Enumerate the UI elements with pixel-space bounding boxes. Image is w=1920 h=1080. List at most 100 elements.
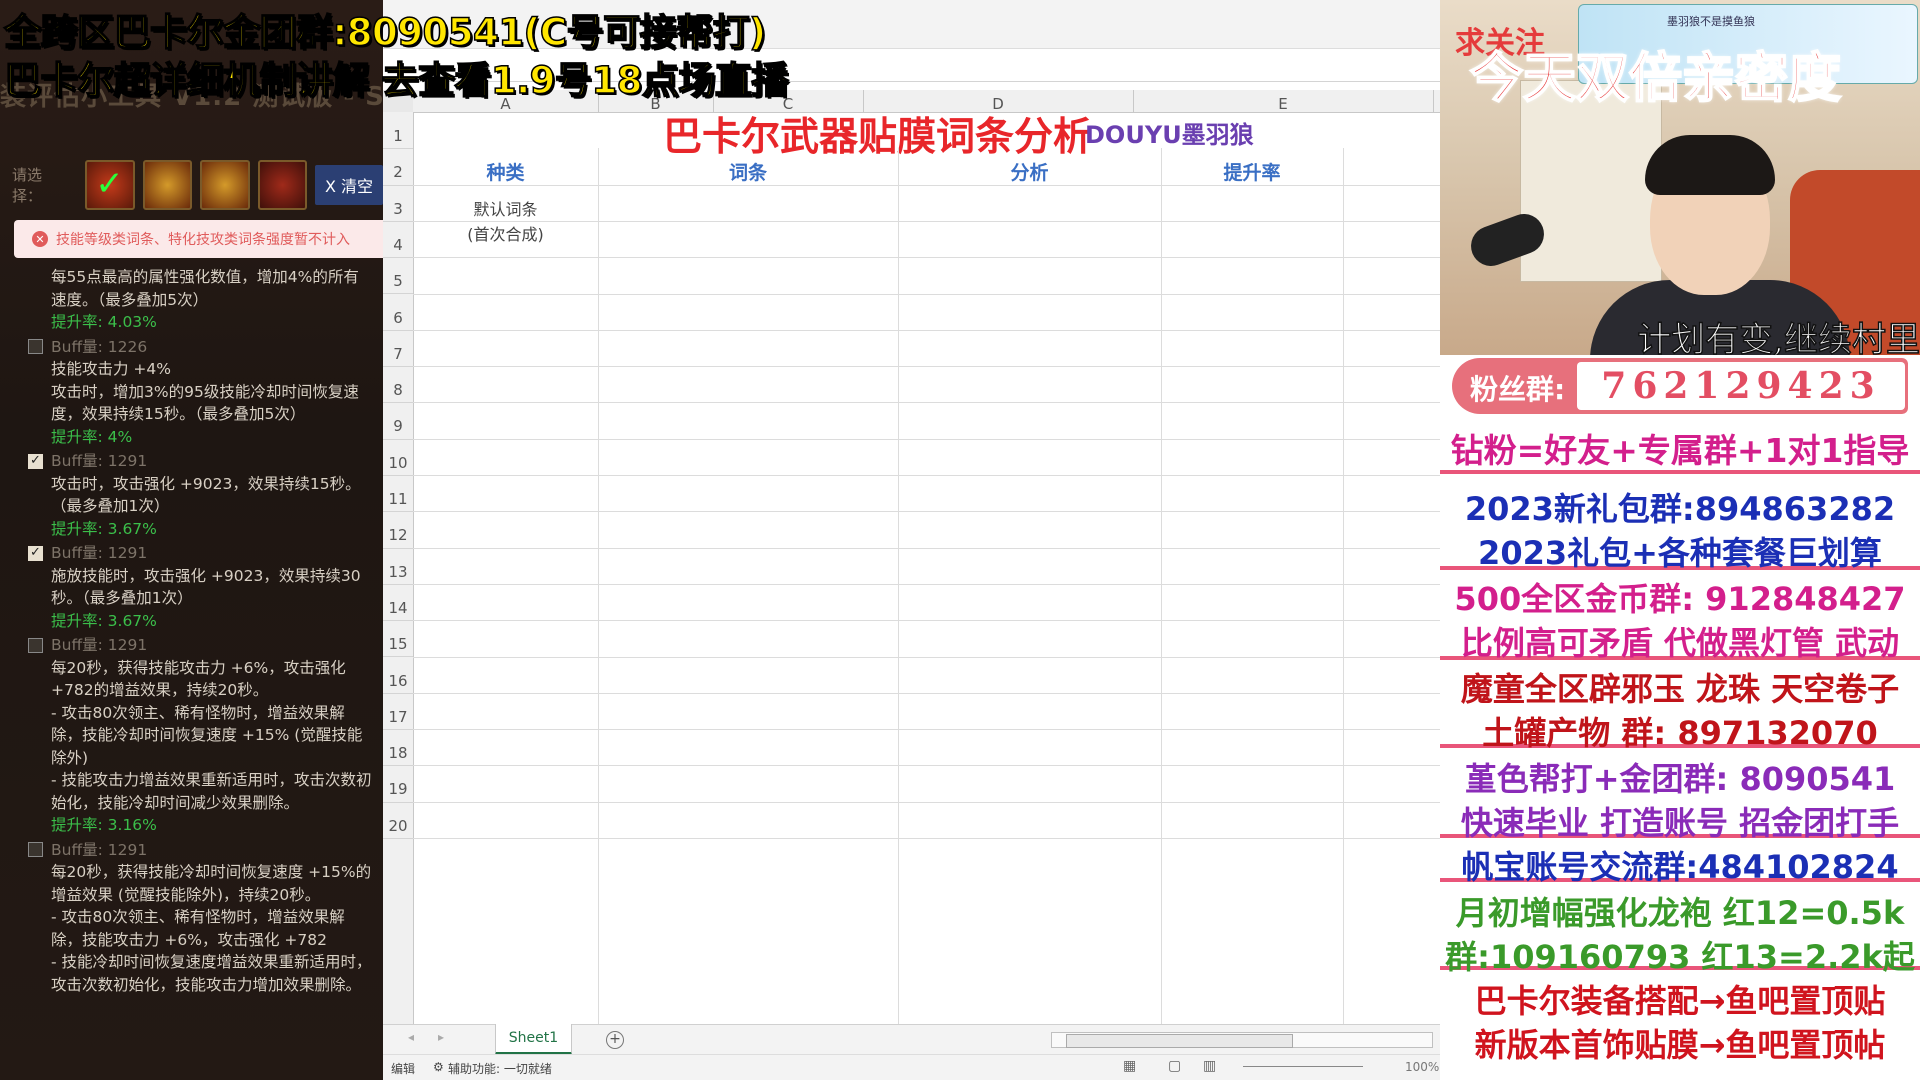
overlay-headline-1: 全跨区巴卡尔金团群:8090541(C号可接帮打) — [3, 10, 766, 55]
row-header[interactable]: 5 — [383, 257, 413, 295]
weapon-slot-selected[interactable]: ✓ — [85, 160, 135, 210]
effect-description: 技能攻击力 +4% — [51, 360, 172, 378]
normal-view-icon[interactable]: ▦ — [1123, 1058, 1136, 1074]
row-header[interactable]: 1 — [383, 112, 413, 150]
effect-header[interactable]: Buff量: 1291 — [28, 839, 373, 862]
effect-rate: 提升率: 3.16% — [51, 816, 157, 834]
row-header[interactable]: 11 — [383, 475, 413, 513]
effect-checkbox[interactable] — [28, 450, 43, 472]
add-sheet-icon[interactable]: + — [606, 1031, 624, 1049]
effect-checkbox[interactable] — [28, 542, 43, 564]
streamer-hair — [1645, 135, 1775, 195]
cell-a3: 默认词条 — [473, 199, 538, 219]
gridline — [413, 329, 1440, 331]
promo-line: 帆宝账号交流群:484102824 — [1461, 848, 1899, 886]
effect-description: - 攻击80次领主、稀有怪物时，增益效果解除，技能冷却时间恢复速度 +15% (… — [51, 703, 363, 767]
row-header[interactable]: 7 — [383, 330, 413, 368]
effect-checkbox[interactable] — [28, 637, 43, 653]
prev-sheet-icon[interactable]: ◂ — [408, 1030, 414, 1044]
error-icon: ✕ — [32, 231, 48, 247]
promo-line: 魔童全区辟邪玉 龙珠 天空卷子 — [1460, 670, 1900, 708]
row-header[interactable]: 8 — [383, 366, 413, 404]
cell-a3-note: (首次合成) — [467, 224, 544, 244]
effect-description: 每20秒，获得技能攻击力 +6%，攻击强化 +782的增益效果，持续20秒。 — [51, 658, 346, 700]
accessibility-icon[interactable]: ⚙ — [433, 1060, 444, 1074]
effect-rate: 提升率: 3.67% — [51, 611, 157, 630]
effect-description: 攻击时，增加3%的95级技能冷却时间恢复速度，效果持续15秒。（最多叠加5次） — [51, 382, 359, 424]
gridline — [413, 402, 1440, 404]
gridline — [413, 838, 1440, 839]
effect-description: - 攻击80次领主、稀有怪物时，增益效果解除，技能攻击力 +6%，攻击强化 +7… — [51, 908, 345, 949]
effect-item: 每55点最高的属性强化数值，增加4%的所有速度。（最多叠加5次） 提升率: 4.0… — [28, 266, 373, 334]
next-sheet-icon[interactable]: ▸ — [438, 1030, 444, 1044]
row-header[interactable]: 15 — [383, 620, 413, 658]
weapon-slot[interactable] — [257, 160, 307, 210]
effect-header[interactable]: Buff量: 1226 — [28, 336, 373, 359]
gridline — [413, 656, 1440, 658]
effect-header[interactable]: Buff量: 1291 — [28, 542, 373, 565]
row-header[interactable]: 10 — [383, 439, 413, 476]
clear-button[interactable]: X 清空 — [314, 165, 383, 205]
row-header[interactable]: 19 — [383, 765, 413, 803]
row-header[interactable]: 9 — [383, 402, 413, 440]
zoom-slider[interactable] — [1243, 1066, 1363, 1067]
double-intimacy-text: 今天双倍亲密度 — [1469, 47, 1842, 110]
effect-header[interactable]: Buff量: 1291 — [28, 450, 373, 473]
page-break-icon[interactable]: ▥ — [1203, 1058, 1216, 1074]
row-header[interactable]: 4 — [383, 221, 413, 259]
gridline — [413, 765, 1440, 767]
effect-item: Buff量: 1291 每20秒，获得技能攻击力 +6%，攻击强化 +782的增益… — [28, 634, 373, 837]
weapon-slot[interactable] — [142, 160, 193, 210]
effect-checkbox[interactable] — [28, 339, 43, 355]
cell-grid[interactable]: 巴卡尔武器贴膜词条分析 DOUYU墨羽狼 种类 词条 分析 提升率 默认词条 (… — [413, 112, 1440, 1025]
effect-description: - 技能攻击力增益效果重新适用时，攻击次数初始化，技能冷却时间减少效果删除。 — [51, 771, 372, 812]
row-header[interactable]: 16 — [383, 657, 413, 694]
row-header[interactable]: 2 — [383, 148, 413, 186]
effect-checkbox[interactable] — [28, 842, 43, 858]
row-header[interactable]: 3 — [383, 185, 413, 222]
webcam-caption: 计划有变,继续村里 — [1636, 319, 1920, 355]
row-headers: 1 2 3 4 5 6 7 8 9 10 11 12 13 14 15 16 17 18 19 20 — [383, 112, 414, 1025]
gridline — [413, 801, 1440, 803]
check-icon: ✓ — [95, 164, 124, 204]
fan-group-number: 762129423 — [1577, 362, 1905, 410]
gridline — [413, 184, 1440, 186]
spreadsheet-window: ABCDE 1 2 3 4 5 6 7 8 9 10 11 12 13 14 15 16 17 18 19 20 巴卡… — [383, 0, 1440, 1080]
status-accessibility[interactable]: 辅助功能: 一切就绪 — [448, 1060, 552, 1077]
gridline — [413, 220, 1440, 222]
row-header[interactable]: 18 — [383, 729, 413, 767]
column-header-e[interactable]: E — [1133, 90, 1434, 113]
row-header[interactable]: 12 — [383, 511, 413, 549]
horizontal-scrollbar[interactable] — [1051, 1032, 1433, 1048]
weapon-slot[interactable] — [200, 160, 250, 210]
column-header-d[interactable]: D — [863, 90, 1134, 113]
gridline — [413, 620, 1440, 622]
gridline — [1161, 148, 1162, 1025]
sheet-tab-sheet1[interactable]: Sheet1 — [495, 1024, 572, 1055]
effect-description: 每20秒，获得技能冷却时间恢复速度 +15%的增益效果 (觉醒技能除外)，持续2… — [51, 863, 372, 904]
row-header[interactable]: 13 — [383, 548, 413, 585]
header-entry: 词条 — [728, 162, 767, 185]
scrollbar-thumb[interactable] — [1066, 1034, 1293, 1048]
webcam-view: 墨羽狼不是摸鱼狼 求关注 今天双倍亲密度 计划有变,继续村里 — [1440, 0, 1920, 355]
promo-line: 2023新礼包群:894863282 — [1464, 490, 1896, 528]
promo-line: 钻粉=好友+专属群+1对1指导 — [1450, 431, 1910, 470]
gridline — [413, 692, 1440, 694]
effect-description: 攻击时，攻击强化 +9023，效果持续15秒。（最多叠加1次） — [51, 474, 361, 516]
page-layout-icon[interactable]: ▢ — [1168, 1058, 1181, 1074]
gridline — [598, 148, 599, 1025]
select-label: 请选择： — [12, 166, 43, 205]
gridline — [413, 438, 1440, 440]
row-header[interactable]: 20 — [383, 802, 413, 839]
row-header[interactable]: 14 — [383, 584, 413, 622]
promo-line: 群:109160793 红13=2.2k起 — [1445, 938, 1915, 976]
row-header[interactable]: 17 — [383, 693, 413, 731]
effect-description: 每55点最高的属性强化数值，增加4%的所有速度。（最多叠加5次） — [51, 268, 359, 309]
row-header[interactable]: 6 — [383, 294, 413, 331]
effect-list: 每55点最高的属性强化数值，增加4%的所有速度。（最多叠加5次） 提升率: 4.0… — [28, 266, 373, 998]
promo-line: 比例高可矛盾 代做黑灯管 武动 — [1460, 624, 1900, 662]
fan-group-label: 粉丝群: — [1470, 373, 1566, 406]
status-bar: 编辑 ⚙ 辅助功能: 一切就绪 ▦ ▢ ▥ 100% — [383, 1054, 1440, 1080]
effect-header[interactable]: Buff量: 1291 — [28, 634, 373, 657]
gridline — [413, 293, 1440, 295]
